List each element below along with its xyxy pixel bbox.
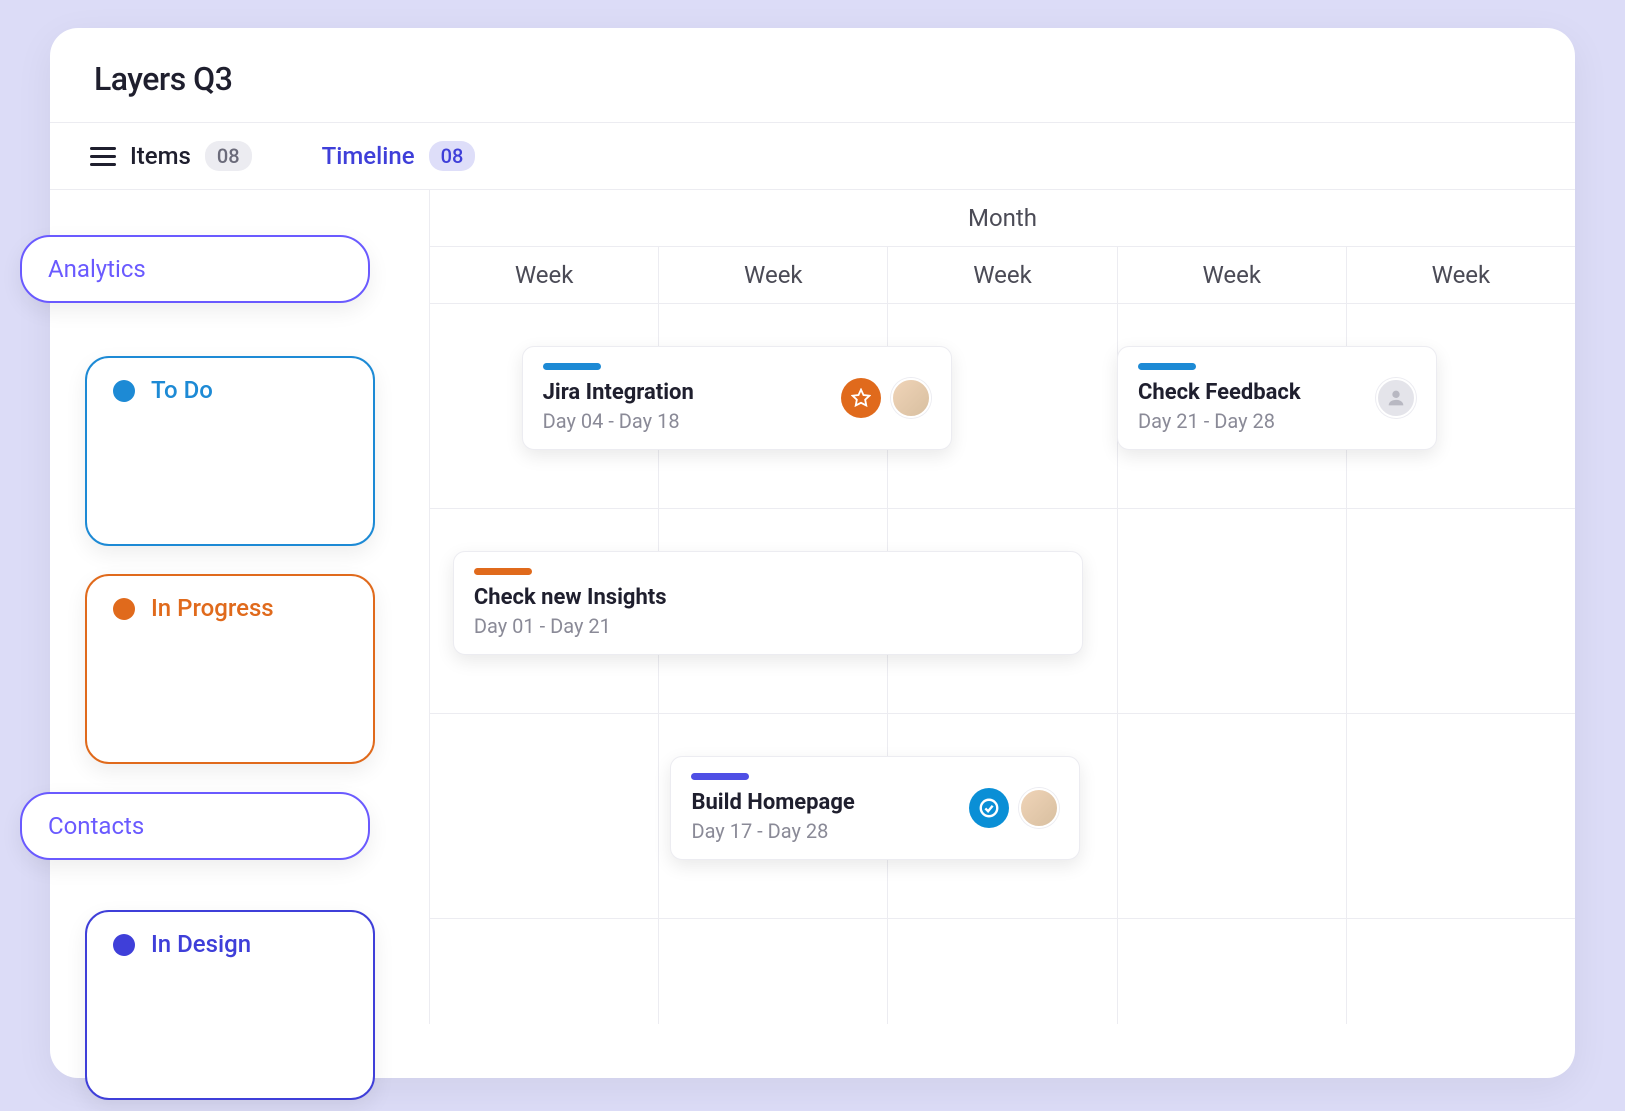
sidebar-group-contacts[interactable]: Contacts (20, 792, 370, 860)
timeline-body: Jira Integration Day 04 - Day 18 Check Fee… (430, 304, 1575, 1024)
task-card[interactable]: Check new Insights Day 01 - Day 21 (453, 551, 1083, 655)
sidebar-status-in-progress[interactable]: In Progress (85, 574, 375, 764)
timeline-area: Month Week Week Week Week Week Jira Inte… (430, 190, 1575, 1024)
week-col: Week (888, 247, 1117, 303)
sidebar-status-label: In Progress (151, 594, 274, 622)
week-col: Week (1347, 247, 1575, 303)
hamburger-icon (90, 147, 116, 166)
task-title: Build Homepage (691, 790, 953, 815)
avatar (1019, 788, 1059, 828)
tab-timeline-count: 08 (429, 141, 476, 171)
task-status-stripe (543, 363, 601, 370)
avatar-placeholder-icon (1376, 378, 1416, 418)
timeline-header: Month Week Week Week Week Week (430, 190, 1575, 304)
sidebar-group-label: Contacts (48, 812, 144, 840)
sidebar-status-label: To Do (151, 376, 213, 404)
timeline-row: Build Homepage Day 17 - Day 28 (430, 714, 1575, 919)
tab-timeline-label: Timeline (322, 142, 415, 170)
timeline-period: Month (430, 190, 1575, 247)
week-col: Week (1118, 247, 1347, 303)
avatar (891, 378, 931, 418)
task-date-range: Day 04 - Day 18 (543, 409, 825, 433)
sidebar-status-todo[interactable]: To Do (85, 356, 375, 546)
timeline-row: Jira Integration Day 04 - Day 18 Check Fee… (430, 304, 1575, 509)
status-dot-icon (113, 598, 135, 620)
sidebar-group-label: Analytics (48, 255, 146, 283)
task-title: Jira Integration (543, 380, 825, 405)
timeline-row: Check new Insights Day 01 - Day 21 (430, 509, 1575, 714)
sidebar-status-in-design[interactable]: In Design (85, 910, 375, 1100)
task-status-stripe (691, 773, 749, 780)
status-dot-icon (113, 934, 135, 956)
header: Layers Q3 (50, 28, 1575, 123)
task-title: Check new Insights (474, 585, 1062, 610)
task-card[interactable]: Check Feedback Day 21 - Day 28 (1117, 346, 1437, 450)
task-status-stripe (1138, 363, 1196, 370)
status-dot-icon (113, 380, 135, 402)
week-col: Week (430, 247, 659, 303)
star-icon (841, 378, 881, 418)
page-title: Layers Q3 (94, 60, 1531, 98)
task-status-stripe (474, 568, 532, 575)
task-card[interactable]: Build Homepage Day 17 - Day 28 (670, 756, 1080, 860)
tab-items-count: 08 (205, 141, 252, 171)
sidebar-status-label: In Design (151, 930, 251, 958)
check-circle-icon (969, 788, 1009, 828)
task-date-range: Day 01 - Day 21 (474, 614, 1062, 638)
timeline-weeks-row: Week Week Week Week Week (430, 247, 1575, 303)
task-card[interactable]: Jira Integration Day 04 - Day 18 (522, 346, 952, 450)
tabs-row: Items 08 Timeline 08 (50, 123, 1575, 190)
task-date-range: Day 17 - Day 28 (691, 819, 953, 843)
sidebar-group-analytics[interactable]: Analytics (20, 235, 370, 303)
task-title: Check Feedback (1138, 380, 1360, 405)
tab-items-label: Items (130, 142, 191, 170)
tab-items[interactable]: Items 08 (90, 141, 252, 171)
tab-timeline[interactable]: Timeline 08 (322, 141, 476, 171)
grid-rows: Jira Integration Day 04 - Day 18 Check Fee… (430, 304, 1575, 1024)
week-col: Week (659, 247, 888, 303)
task-date-range: Day 21 - Day 28 (1138, 409, 1360, 433)
